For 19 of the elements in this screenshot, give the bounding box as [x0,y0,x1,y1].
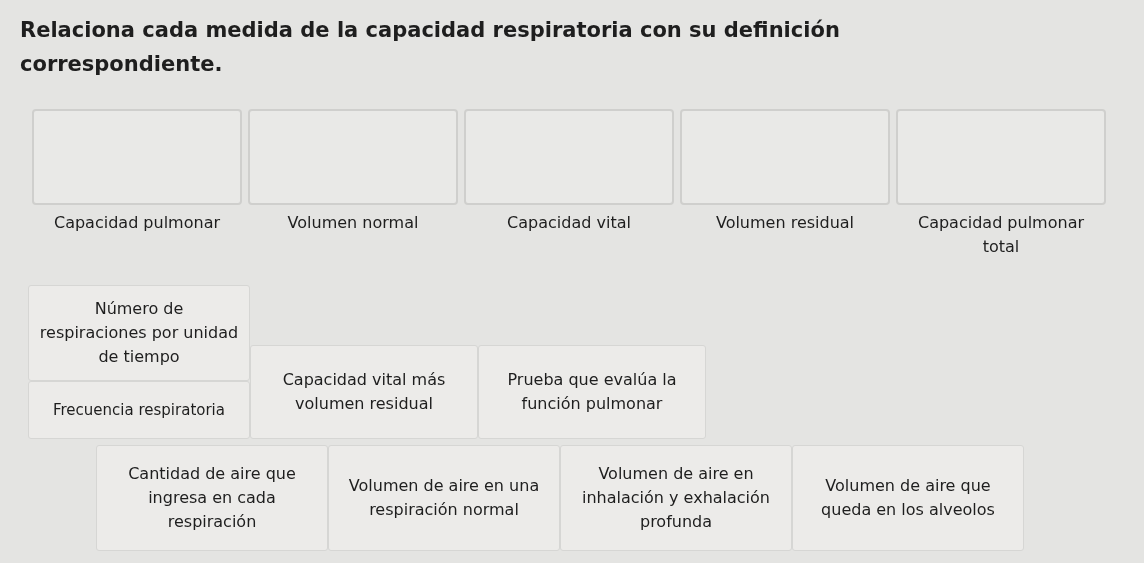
definition-card[interactable]: Volumen de aire que queda en los alveolos [792,445,1024,552]
instruction-text: Relaciona cada medida de la capacidad respiratoria con su definición correspondiente. [20,17,841,78]
drop-zone[interactable] [680,109,890,206]
term-label: Volumen normal [286,212,420,235]
definition-card[interactable]: Cantidad de aire que ingresa en cada respiración [96,445,328,552]
definition-card[interactable]: Capacidad vital más volumen residual [250,345,478,440]
term-label: Capacidad pulmonar total [917,212,1085,259]
definition-card[interactable]: Volumen de aire en una respiración normal [328,445,560,552]
definition-card[interactable]: Número de respiraciones por unidad de tiempo [28,285,250,382]
drop-zone[interactable] [248,109,458,206]
definition-card[interactable]: Prueba que evalúa la función pulmonar [478,345,706,440]
definition-card[interactable]: Frecuencia respiratoria [28,381,250,440]
term-label: Capacidad vital [506,212,632,235]
drop-zone[interactable] [32,109,242,206]
term-label: Capacidad pulmonar [53,212,221,235]
drop-zone[interactable] [896,109,1106,206]
definition-card[interactable]: Volumen de aire en inhalación y exhalación profunda [560,445,792,552]
drop-zone[interactable] [464,109,674,206]
term-label: Volumen residual [714,212,856,235]
